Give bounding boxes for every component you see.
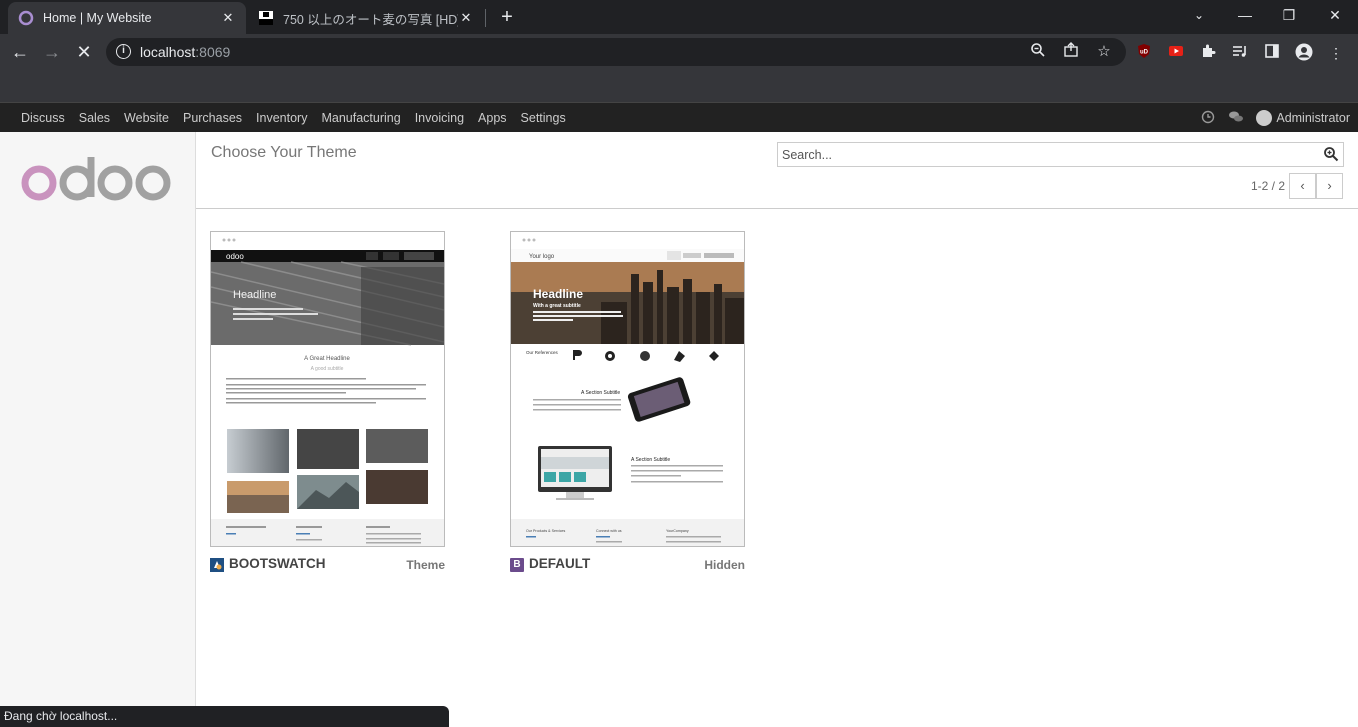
tab-title: 750 以上のオート麦の写真 [HD] | U [283,12,458,27]
theme-preview-image[interactable]: Your logo Headline With a great subtitle… [510,231,745,547]
close-icon[interactable]: ✕ [458,10,474,26]
preview-hero-subtitle: With a great subtitle [533,303,581,309]
menu-item-manufacturing[interactable]: Manufacturing [321,111,400,125]
infobar-area [0,70,1358,102]
tab-divider [485,9,486,27]
search-input[interactable] [782,146,1302,164]
forward-button[interactable]: → [39,40,65,64]
messages-chat-icon[interactable] [1228,110,1244,126]
odoo-logo [21,157,171,201]
tab-search-icon[interactable]: ⌄ [1176,0,1222,34]
user-menu-name[interactable]: Administrator [1276,111,1350,125]
zoom-icon[interactable] [1028,42,1048,62]
control-panel: Choose Your Theme 1-2 / 2 ‹ › [196,132,1358,209]
default-preview-mockup: Your logo Headline With a great subtitle… [511,232,744,546]
preview-subtitle-a: A Section Subtitle [581,390,620,396]
address-bar[interactable]: i localhost:8069 ☆ [106,38,1126,66]
menu-item-inventory[interactable]: Inventory [256,111,307,125]
menu-item-settings[interactable]: Settings [521,111,566,125]
preview-subtitle-b: A Section Subtitle [631,457,670,463]
menu-item-apps[interactable]: Apps [478,111,507,125]
extensions-puzzle-icon[interactable] [1198,43,1218,63]
activity-clock-icon[interactable] [1200,110,1216,126]
theme-list: odoo Headline A Great Headline A good su… [196,209,1358,727]
svg-text:odoo: odoo [226,252,244,261]
theme-category: Hidden [704,558,745,572]
menu-item-invoicing[interactable]: Invoicing [415,111,464,125]
side-panel-icon[interactable] [1262,43,1282,63]
url-host: localhost [140,44,196,60]
odoo-main-menu: Discuss Sales Website Purchases Inventory Man… [0,102,1358,132]
theme-card-bootswatch[interactable]: odoo Headline A Great Headline A good su… [210,231,445,589]
page-title: Choose Your Theme [211,144,357,161]
back-button[interactable]: ← [7,40,33,64]
menu-item-website[interactable]: Website [124,111,169,125]
menu-item-sales[interactable]: Sales [79,111,110,125]
preview-footer-col-2: Connect with us [596,529,622,533]
bootswatch-preview-mockup: odoo Headline A Great Headline A good su… [211,232,444,546]
theme-card-default[interactable]: Your logo Headline With a great subtitle… [510,231,745,589]
site-info-icon[interactable]: i [116,44,131,59]
browser-status-bar: Đang chờ localhost... [0,706,449,727]
preview-section-subtitle: A good subtitle [311,366,344,372]
stop-loading-button[interactable]: ✕ [71,40,97,64]
theme-name: BOOTSWATCH [229,556,326,571]
pager-previous-button[interactable]: ‹ [1289,173,1316,199]
maximize-button[interactable]: ❐ [1266,0,1312,34]
tab-title: Home | My Website [43,11,152,25]
odoo-favicon-icon [18,10,34,26]
preview-section-title: A Great Headline [304,356,350,362]
browser-toolbar: ← → ✕ i localhost:8069 ☆ uD ⋮ [0,34,1358,70]
url-port: :8069 [195,44,231,60]
preview-footer-col-1: Our Products & Services [526,529,566,533]
preview-hero-title: Headline [533,287,583,301]
preview-references: Our References [526,350,559,355]
unsplash-favicon-icon [259,11,273,25]
browser-menu-icon[interactable]: ⋮ [1326,43,1346,63]
share-icon[interactable] [1061,42,1081,62]
preview-logo-text: Your logo [529,254,555,260]
theme-name: DEFAULT [529,556,591,571]
theme-preview-image[interactable]: odoo Headline A Great Headline A good su… [210,231,445,547]
search-icon[interactable] [1323,146,1339,162]
menu-item-discuss[interactable]: Discuss [21,111,65,125]
user-avatar[interactable] [1256,110,1273,126]
theme-category: Theme [406,558,445,572]
tab-home[interactable]: Home | My Website ✕ [8,2,246,34]
window-close-button[interactable]: ✕ [1312,0,1358,34]
browser-tabstrip: Home | My Website ✕ 750 以上のオート麦の写真 [HD] … [0,0,1358,34]
profile-icon[interactable] [1294,43,1314,63]
pager-next-button[interactable]: › [1316,173,1343,199]
preview-footer-col-3: YourCompany [666,529,689,533]
close-icon[interactable]: ✕ [220,10,236,26]
svg-text:uD: uD [1140,50,1149,56]
search-box [777,142,1344,167]
ublock-icon[interactable]: uD [1134,43,1154,63]
tab-unsplash[interactable]: 750 以上のオート麦の写真 [HD] | U ✕ [248,2,484,34]
app-menu: Discuss Sales Website Purchases Inventory Man… [14,103,573,133]
minimize-button[interactable]: — [1222,0,1268,34]
theme-card-footer: B DEFAULT Hidden [510,555,745,589]
preview-hero-title: Headline [233,289,276,301]
bootswatch-theme-icon [210,558,224,572]
bookmark-star-icon[interactable]: ☆ [1094,42,1114,62]
systray: Administrator [1200,103,1350,133]
new-tab-button[interactable]: + [496,6,518,28]
url-text: localhost:8069 [140,44,230,60]
youtube-extension-icon[interactable] [1166,43,1186,63]
sidebar [0,132,196,727]
pager-value: 1-2 / 2 [1251,179,1286,193]
menu-item-purchases[interactable]: Purchases [183,111,242,125]
default-theme-icon: B [510,558,524,572]
media-control-icon[interactable] [1230,43,1250,63]
theme-card-footer: BOOTSWATCH Theme [210,555,445,589]
